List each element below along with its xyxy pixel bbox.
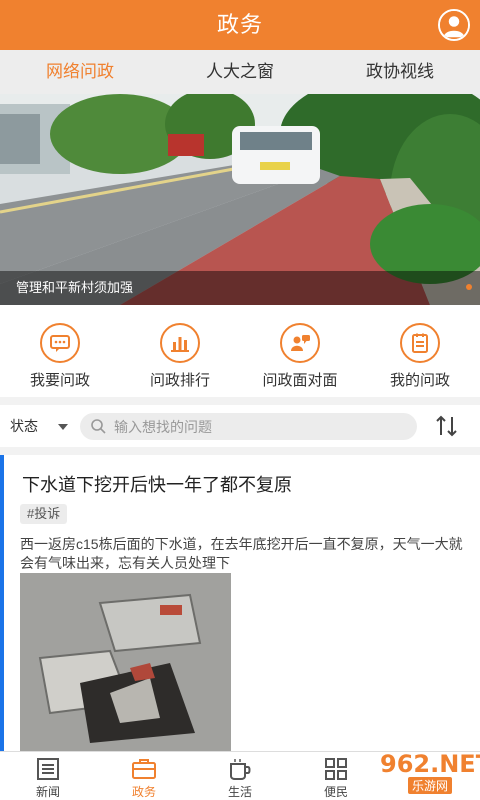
quick-action-label: 问政面对面 [262,372,338,389]
nav-label: 生活 [227,785,252,799]
nav-government[interactable]: 政务 [96,752,192,800]
watermark-text: 962.NET [380,750,480,778]
message-icon [40,323,80,363]
tab-npc-window[interactable]: 人大之窗 [160,50,320,94]
quick-action-submit-inquiry[interactable]: 我要问政 [0,305,120,397]
quick-actions: 我要问政 问政排行 问政面对面 我的问政 [0,305,480,397]
nav-news[interactable]: 新闻 [0,752,96,800]
nav-label: 政务 [131,785,156,799]
carousel-indicator-dot[interactable] [466,284,472,290]
search-box[interactable] [80,413,417,440]
people-chat-icon [280,323,320,363]
inquiry-card[interactable]: 下水道下挖开后快一年了都不复原 #投诉 西一返房c15栋后面的下水道，在去年底挖… [0,455,480,751]
card-accent-bar [0,455,4,751]
inquiry-title[interactable]: 下水道下挖开后快一年了都不复原 [22,471,292,497]
quick-action-label: 我的问政 [389,372,450,389]
inquiry-description: 西一返房c15栋后面的下水道，在去年底挖开后一直不复原，天气一大就会有气味出来，… [20,536,463,571]
banner-carousel[interactable]: 管理和平新村须加强 [0,94,480,305]
inquiry-tag: #投诉 [20,504,68,524]
quick-action-ranking[interactable]: 问政排行 [120,305,240,397]
banner-caption: 管理和平新村须加强 [16,280,134,295]
page-title: 政务 [216,12,263,37]
status-dropdown[interactable]: 状态 [10,405,38,447]
user-avatar-icon[interactable] [438,9,470,41]
tab-network-inquiry[interactable]: 网络问政 [0,50,160,94]
inquiry-photo[interactable] [20,573,231,751]
notepad-icon [400,323,440,363]
top-bar: 政务 [0,0,480,50]
bar-chart-icon [160,323,200,363]
quick-action-label: 问政排行 [149,372,210,389]
caret-down-icon[interactable] [58,424,68,430]
cup-icon [230,759,251,780]
quick-action-label: 我要问政 [29,372,90,389]
site-watermark: 962.NET 乐游网 [338,748,480,798]
watermark-subtext: 乐游网 [408,777,453,794]
filter-bar: 状态 [0,405,480,447]
search-icon [91,419,106,434]
search-input[interactable] [114,413,404,440]
tab-cppcc-view[interactable]: 政协视线 [320,50,480,94]
briefcase-icon [132,759,156,779]
sort-icon[interactable] [434,414,460,438]
quick-action-face-to-face[interactable]: 问政面对面 [240,305,360,397]
quick-action-my-inquiries[interactable]: 我的问政 [360,305,480,397]
newspaper-icon [37,758,59,780]
section-tabs: 网络问政 人大之窗 政协视线 [0,50,480,94]
nav-label: 新闻 [35,785,60,799]
nav-life[interactable]: 生活 [192,752,288,800]
